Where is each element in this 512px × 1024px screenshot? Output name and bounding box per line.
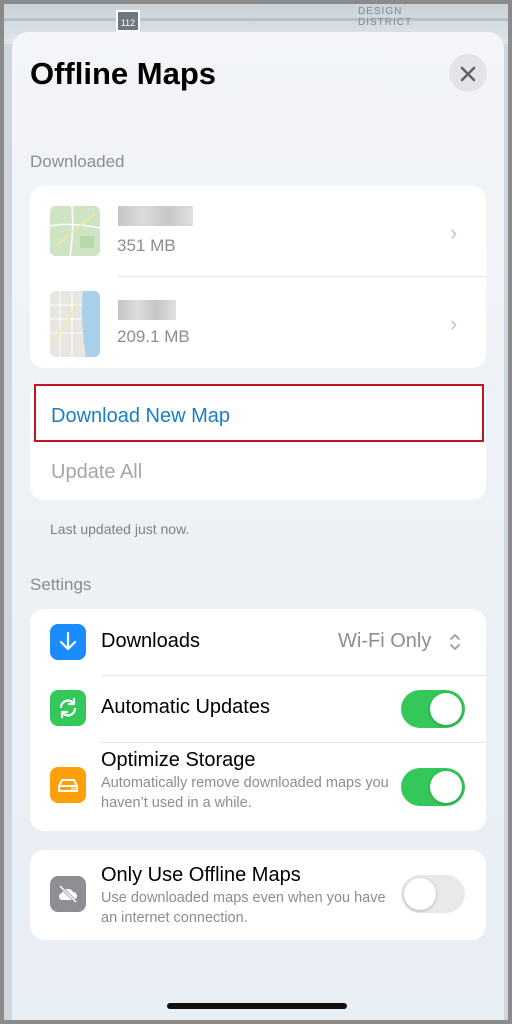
automatic-updates-toggle[interactable] [401, 690, 465, 728]
highlight-box [34, 384, 484, 442]
map-road [4, 18, 508, 21]
optimize-storage-toggle[interactable] [401, 768, 465, 806]
map-thumbnail [50, 206, 100, 256]
only-offline-maps-description: Use downloaded maps even when you have a… [101, 890, 386, 926]
map-thumbnail [50, 291, 100, 357]
map-size: 351 MB [117, 236, 176, 255]
automatic-updates-label: Automatic Updates [101, 696, 270, 718]
redacted-map-name [118, 300, 176, 320]
redacted-map-name [118, 206, 193, 226]
close-button[interactable] [449, 54, 487, 92]
optimize-storage-row: Optimize Storage Automatically remove do… [30, 743, 486, 831]
automatic-updates-row: Automatic Updates [30, 676, 486, 742]
home-indicator [167, 1003, 347, 1009]
downloaded-map-row[interactable]: 209.1 MB › [30, 277, 486, 367]
downloads-label: Downloads [101, 630, 200, 652]
settings-section-label: Settings [30, 575, 92, 594]
storage-drive-icon [50, 767, 86, 803]
only-offline-maps-toggle[interactable] [401, 875, 465, 913]
toggle-knob [430, 771, 462, 803]
last-updated-note: Last updated just now. [50, 521, 190, 537]
chevron-right-icon: › [450, 311, 458, 336]
screen-frame: 112 DESIGN DISTRICT Offline Maps Downloa… [0, 0, 512, 1024]
district-label: DESIGN DISTRICT [358, 6, 413, 28]
downloaded-section-label: Downloaded [30, 152, 125, 171]
only-offline-maps-label: Only Use Offline Maps [101, 864, 301, 886]
page-title: Offline Maps [30, 56, 217, 91]
downloaded-map-row[interactable]: 351 MB › [30, 186, 486, 276]
refresh-icon [50, 690, 86, 726]
optimize-storage-label: Optimize Storage [101, 749, 256, 771]
toggle-knob [404, 878, 436, 910]
downloads-setting-row[interactable]: Downloads Wi-Fi Only [30, 609, 486, 675]
offline-maps-sheet: Offline Maps Downloaded 351 MB › 209.1 M… [12, 32, 504, 1020]
map-size: 209.1 MB [117, 327, 190, 346]
cloud-slash-icon [50, 876, 86, 912]
downloaded-maps-card: 351 MB › 209.1 MB › [30, 186, 486, 368]
only-offline-maps-row: Only Use Offline Maps Use downloaded map… [30, 850, 486, 940]
update-all-button[interactable]: Update All [51, 461, 142, 484]
chevron-right-icon: › [450, 220, 458, 245]
offline-only-card: Only Use Offline Maps Use downloaded map… [30, 850, 486, 940]
toggle-knob [430, 693, 462, 725]
optimize-storage-description: Automatically remove downloaded maps you… [101, 775, 389, 811]
chevron-up-down-icon [448, 632, 462, 657]
close-icon [460, 66, 476, 82]
settings-card: Downloads Wi-Fi Only Automatic Updates O… [30, 609, 486, 831]
route-shield: 112 [116, 10, 140, 32]
download-arrow-icon [50, 624, 86, 660]
downloads-value[interactable]: Wi-Fi Only [338, 630, 431, 653]
